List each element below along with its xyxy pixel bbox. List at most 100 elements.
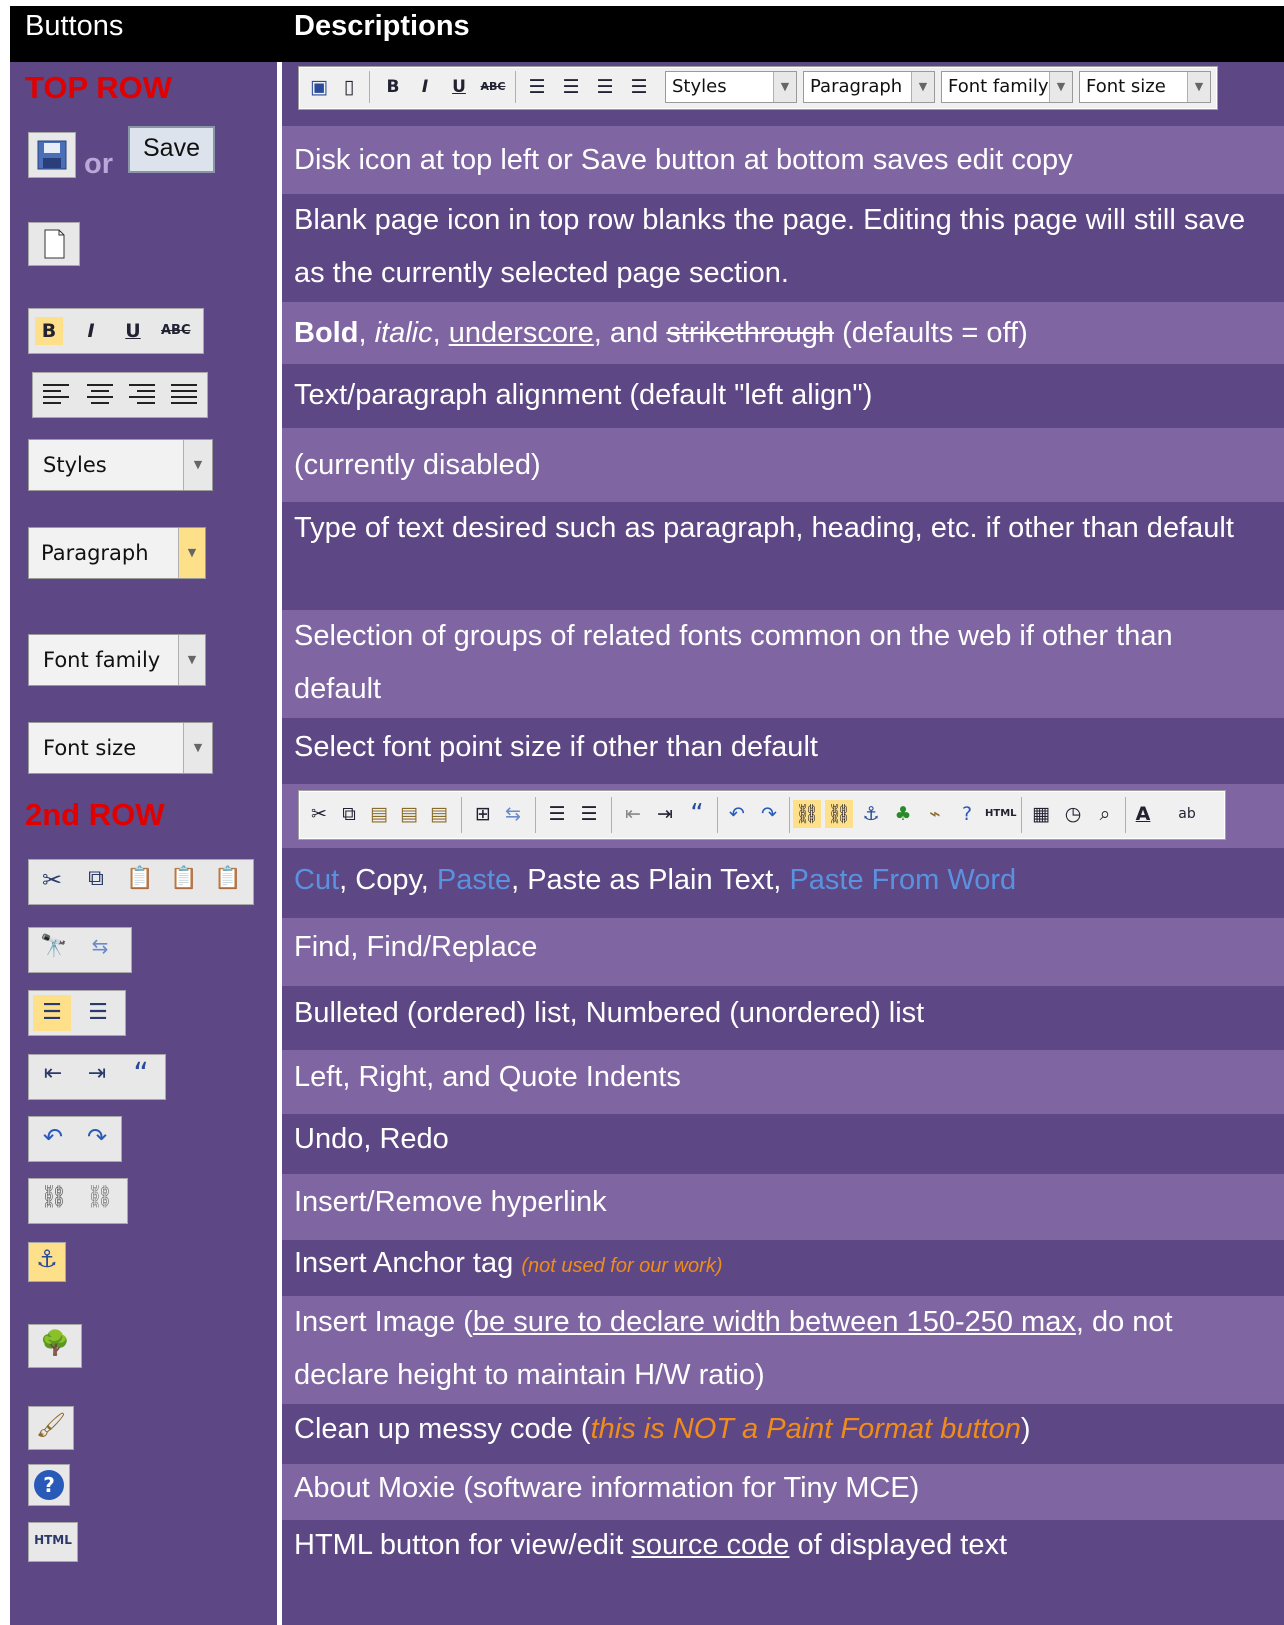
blank-page-icon[interactable]: ▯ (335, 73, 363, 101)
scissors-icon[interactable]: ✂ (305, 800, 333, 828)
numbered-list-icon[interactable]: ☰ (575, 800, 603, 828)
align-justify-icon[interactable]: ☰ (625, 73, 653, 101)
styles-select[interactable]: Styles ▼ (28, 439, 213, 491)
indent-icon[interactable]: ⇥ (79, 1061, 115, 1086)
bold-button[interactable]: B (35, 317, 63, 345)
styles-select[interactable]: Styles ▼ (665, 71, 797, 103)
font-family-select[interactable]: Font family ▼ (28, 634, 206, 686)
anchor-icon[interactable]: ⚓ (28, 1242, 66, 1282)
align-left-icon[interactable]: ☰ (523, 73, 551, 101)
replace-icon[interactable]: ⇆ (83, 934, 117, 958)
chevron-down-icon: ▼ (178, 528, 205, 578)
anchor-note: (not used for our work) (521, 1255, 723, 1277)
row-about-text: About Moxie (software information for Ti… (294, 1472, 920, 1504)
table-header: Buttons Descriptions (10, 6, 1284, 62)
link-icon[interactable]: ⛓ (35, 1185, 73, 1210)
undo-icon[interactable]: ↶ (35, 1123, 71, 1151)
row-link: Insert/Remove hyperlink (282, 1174, 1284, 1240)
redo-icon[interactable]: ↷ (79, 1123, 115, 1151)
outdent-icon[interactable]: ⇤ (35, 1061, 71, 1086)
paragraph-select[interactable]: Paragraph ▼ (803, 71, 935, 103)
second-row-label: 2nd ROW (25, 797, 165, 832)
scissors-icon[interactable]: ✂ (37, 866, 67, 894)
html-icon[interactable]: HTML (985, 800, 1017, 828)
numbered-list-icon[interactable]: ☰ (79, 995, 117, 1031)
broom-icon[interactable]: ⌁ (921, 800, 949, 828)
text-format-buttons: B I U ABC (28, 308, 204, 354)
alignment-buttons (32, 372, 208, 418)
indent-buttons: ⇤ ⇥ “ (28, 1054, 166, 1100)
row-cleanup: Clean up messy code (this is NOT a Paint… (282, 1404, 1284, 1464)
align-center-icon[interactable]: ☰ (557, 73, 585, 101)
paste-text-icon[interactable]: ▤ (395, 800, 423, 828)
date-icon[interactable]: ▦ (1027, 800, 1055, 828)
bullet-list-icon[interactable]: ☰ (33, 995, 71, 1031)
strikethrough-button[interactable]: ABC (479, 73, 507, 101)
tree-image-icon[interactable]: 🌳 (28, 1324, 82, 1368)
unlink-icon[interactable]: ⛓ (81, 1185, 119, 1210)
redo-icon[interactable]: ↷ (755, 800, 783, 828)
binoculars-icon[interactable]: ⊞ (469, 800, 497, 828)
highlight-color-icon[interactable]: ab (1173, 800, 1201, 828)
save-disk-icon[interactable]: ▣ (305, 73, 333, 101)
unlink-icon[interactable]: ⛓ (825, 800, 853, 828)
link-icon[interactable]: ⛓ (793, 800, 821, 828)
paragraph-select[interactable]: Paragraph ▼ (28, 527, 206, 579)
italic-button[interactable]: I (411, 73, 439, 101)
font-size-select-label: Font size (1086, 76, 1166, 97)
toolbar-separator (1021, 797, 1022, 833)
html-glyph: HTML (34, 1533, 72, 1547)
paste-word-icon[interactable]: ▤ (425, 800, 453, 828)
align-right-icon[interactable]: ☰ (591, 73, 619, 101)
row-blank-text: Blank page icon in top row blanks the pa… (294, 204, 1246, 289)
indent-icon[interactable]: ⇥ (651, 800, 679, 828)
underscore-word: underscore (448, 317, 594, 349)
save-button[interactable]: Save (128, 126, 215, 173)
binoculars-icon[interactable]: 🔭 (37, 934, 71, 959)
styles-select-label: Styles (672, 76, 727, 97)
or-text: or (84, 148, 113, 180)
broom-icon[interactable]: 🖌 (28, 1406, 74, 1450)
html-b: of displayed text (789, 1529, 1008, 1561)
italic-button[interactable]: I (77, 317, 105, 345)
font-family-select-label: Font family (43, 648, 161, 672)
tree-image-icon[interactable]: ♣ (889, 800, 917, 828)
paste-text-icon[interactable]: 📋 (169, 866, 199, 891)
font-family-select[interactable]: Font family ▼ (941, 71, 1073, 103)
font-size-select[interactable]: Font size ▼ (28, 722, 213, 774)
quote-icon[interactable]: “ (683, 800, 711, 828)
styles-select-label: Styles (43, 453, 107, 477)
text-color-icon[interactable]: A (1129, 800, 1157, 828)
anchor-icon[interactable]: ⚓ (857, 800, 885, 828)
save-disk-icon[interactable] (28, 132, 76, 178)
question-glyph: ? (34, 1470, 64, 1500)
bold-button[interactable]: B (379, 73, 407, 101)
paste-icon[interactable]: ▤ (365, 800, 393, 828)
blank-page-icon[interactable] (28, 222, 80, 266)
copy-icon[interactable]: ⧉ (335, 800, 363, 828)
chevron-down-icon: ▼ (178, 635, 205, 685)
chevron-down-icon: ▼ (1049, 72, 1072, 102)
outdent-icon[interactable]: ⇤ (619, 800, 647, 828)
paste-word-icon[interactable]: 📋 (213, 866, 243, 891)
copy-icon[interactable]: ⧉ (81, 866, 111, 891)
clock-icon[interactable]: ◷ (1059, 800, 1087, 828)
question-icon[interactable]: ? (953, 800, 981, 828)
chevron-down-icon: ▼ (183, 440, 212, 490)
preview-icon[interactable]: ⌕ (1091, 800, 1119, 828)
font-size-select[interactable]: Font size ▼ (1079, 71, 1211, 103)
underline-button[interactable]: U (119, 317, 147, 345)
replace-icon[interactable]: ⇆ (499, 800, 527, 828)
second-toolbar-row: ✂ ⧉ ▤ ▤ ▤ ⊞ ⇆ ☰ ☰ ⇤ ⇥ “ ↶ ↷ ⛓ ⛓ ⚓ ♣ ⌁ ? … (282, 784, 1284, 848)
strikethrough-button[interactable]: ABC (161, 317, 191, 345)
underline-button[interactable]: U (445, 73, 473, 101)
html-icon[interactable]: HTML (28, 1522, 78, 1562)
bullet-list-icon[interactable]: ☰ (543, 800, 571, 828)
quote-icon[interactable]: “ (123, 1057, 159, 1092)
row-cleanup-text: Clean up messy code (this is NOT a Paint… (294, 1404, 1264, 1454)
row-clipboard: Cut, Copy, Paste, Paste as Plain Text, P… (282, 848, 1284, 918)
question-icon[interactable]: ? (28, 1464, 70, 1506)
cleanup-b: ) (1020, 1413, 1031, 1445)
undo-icon[interactable]: ↶ (723, 800, 751, 828)
paste-icon[interactable]: 📋 (125, 866, 155, 891)
